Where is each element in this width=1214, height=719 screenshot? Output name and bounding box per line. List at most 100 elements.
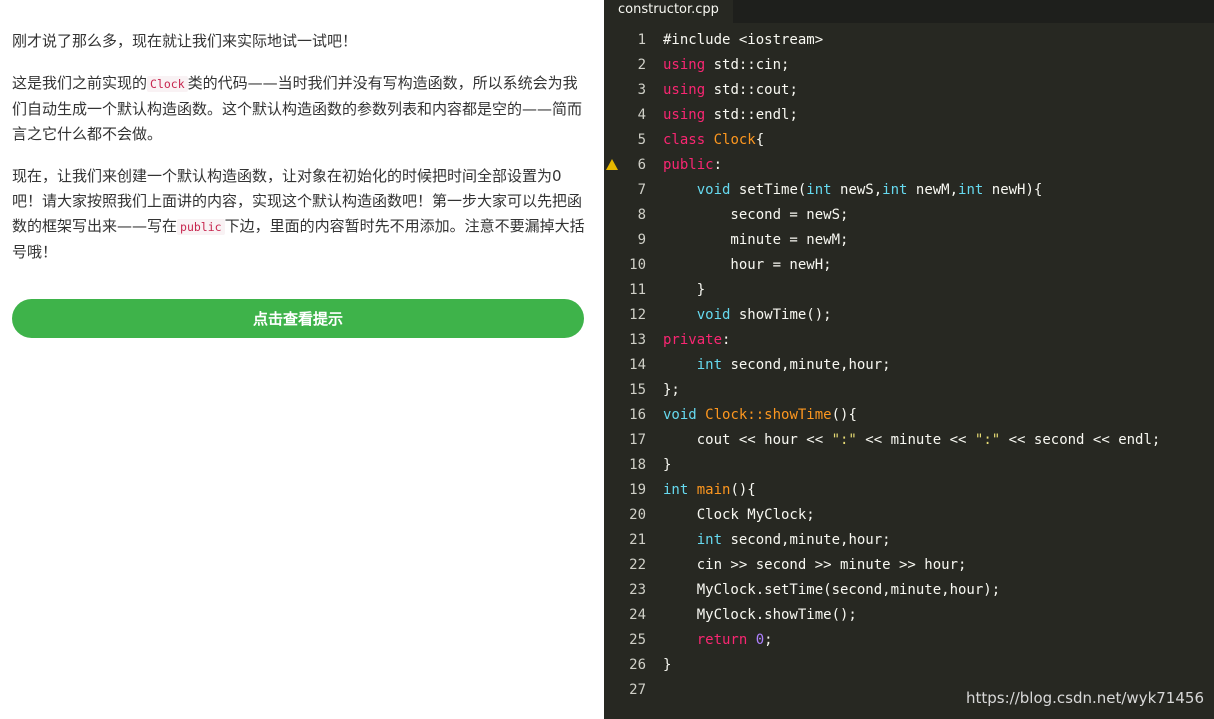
line-number: 6 bbox=[637, 157, 646, 173]
line-number: 5 bbox=[637, 132, 646, 148]
code-line[interactable]: 19 int main(){ bbox=[604, 478, 1214, 503]
code-line[interactable]: 9 minute = newM; bbox=[604, 228, 1214, 253]
line-content: cin >> second >> minute >> hour; bbox=[663, 553, 967, 578]
inline-code-public: public bbox=[177, 219, 225, 235]
code-token: std::cout; bbox=[705, 82, 798, 98]
inline-code-clock: Clock bbox=[147, 76, 188, 92]
code-line[interactable]: 4 using std::endl; bbox=[604, 103, 1214, 128]
code-token: 0 bbox=[755, 632, 765, 648]
code-token: cout << hour << bbox=[663, 432, 832, 448]
line-content: #include <iostream> bbox=[663, 28, 823, 53]
code-token: minute = newM; bbox=[663, 232, 849, 248]
code-token: ; bbox=[764, 632, 773, 648]
line-content: } bbox=[663, 653, 671, 678]
code-line[interactable]: 21 int second,minute,hour; bbox=[604, 528, 1214, 553]
code-token: int bbox=[663, 482, 689, 498]
line-number: 17 bbox=[629, 432, 646, 448]
line-content: Clock MyClock; bbox=[663, 503, 815, 528]
code-token: MyClock.setTime(second,minute,hour); bbox=[663, 582, 1001, 598]
code-token: std::endl; bbox=[705, 107, 798, 123]
paragraph-text: 这是我们之前实现的 bbox=[12, 74, 148, 92]
code-line[interactable]: 1 #include <iostream> bbox=[604, 28, 1214, 53]
lesson-panel: 刚才说了那么多，现在就让我们来实际地试一试吧！ 这是我们之前实现的 Clock 类的… bbox=[0, 0, 604, 719]
code-line[interactable]: 8 second = newS; bbox=[604, 203, 1214, 228]
code-line[interactable]: 10 hour = newH; bbox=[604, 253, 1214, 278]
code-token: } bbox=[663, 457, 672, 473]
code-token: void bbox=[663, 407, 697, 423]
code-token: int bbox=[696, 532, 723, 548]
code-token: setTime( bbox=[730, 182, 807, 198]
code-token: (){ bbox=[831, 407, 857, 423]
code-line[interactable]: 13 private: bbox=[604, 328, 1214, 353]
code-line[interactable]: 6 public: bbox=[604, 153, 1214, 178]
line-number: 4 bbox=[637, 107, 646, 123]
code-token: second,minute,hour; bbox=[722, 357, 891, 373]
line-number: 16 bbox=[629, 407, 646, 423]
watermark: https://blog.csdn.net/wyk71456 bbox=[965, 689, 1204, 707]
line-content: class Clock{ bbox=[663, 128, 764, 153]
code-token: using bbox=[663, 107, 706, 123]
code-token: ":" bbox=[831, 432, 857, 448]
code-line[interactable]: 23 MyClock.setTime(second,minute,hour); bbox=[604, 578, 1214, 603]
line-number: 25 bbox=[629, 632, 646, 648]
line-number: 19 bbox=[629, 482, 646, 498]
code-line[interactable]: 11 } bbox=[604, 278, 1214, 303]
code-line[interactable]: 15}; bbox=[604, 378, 1214, 403]
line-number: 11 bbox=[629, 282, 646, 298]
line-number: 18 bbox=[629, 457, 646, 473]
line-number: 20 bbox=[629, 507, 646, 523]
line-content: cout << hour << ":" << minute << ":" << … bbox=[663, 428, 1161, 453]
line-content: MyClock.setTime(second,minute,hour); bbox=[663, 578, 1000, 603]
code-line[interactable]: 2 using std::cin; bbox=[604, 53, 1214, 78]
show-hint-button[interactable]: 点击查看提示 bbox=[12, 299, 584, 338]
code-token: class bbox=[663, 132, 706, 148]
code-token: } bbox=[663, 657, 672, 673]
code-line[interactable]: 12 void showTime(); bbox=[604, 303, 1214, 328]
code-line[interactable]: 14 int second,minute,hour; bbox=[604, 353, 1214, 378]
line-number: 27 bbox=[629, 682, 646, 698]
code-line[interactable]: 26} bbox=[604, 653, 1214, 678]
code-token: Clock bbox=[713, 132, 756, 148]
code-token: } bbox=[663, 282, 706, 298]
line-content: private: bbox=[663, 328, 730, 353]
line-content: int main(){ bbox=[663, 478, 756, 503]
code-line[interactable]: 5 class Clock{ bbox=[604, 128, 1214, 153]
code-token: newM, bbox=[907, 182, 959, 198]
lesson-intro: 刚才说了那么多，现在就让我们来实际地试一试吧！ bbox=[12, 32, 358, 50]
tab-constructor-cpp[interactable]: constructor.cpp bbox=[604, 0, 733, 23]
code-token: MyClock.showTime(); bbox=[663, 607, 857, 623]
code-line[interactable]: 24 MyClock.showTime(); bbox=[604, 603, 1214, 628]
code-token: void bbox=[696, 182, 731, 198]
code-line[interactable]: 20 Clock MyClock; bbox=[604, 503, 1214, 528]
line-number: 22 bbox=[629, 557, 646, 573]
lesson-paragraph-3: 现在，让我们来创建一个默认构造函数，让对象在初始化的时候把时间全部设置为0吧！请… bbox=[12, 164, 587, 265]
code-token: Clock::showTime bbox=[705, 407, 832, 423]
code-line[interactable]: 7 void setTime(int newS,int newM,int new… bbox=[604, 178, 1214, 203]
line-number: 15 bbox=[629, 382, 646, 398]
line-number: 21 bbox=[629, 532, 646, 548]
code-line[interactable]: 25 return 0; bbox=[604, 628, 1214, 653]
line-content: return 0; bbox=[663, 628, 773, 653]
code-line[interactable]: 16 void Clock::showTime(){ bbox=[604, 403, 1214, 428]
code-token: newS, bbox=[831, 182, 883, 198]
line-number: 2 bbox=[637, 57, 646, 73]
code-editor[interactable]: constructor.cpp 1 #include <iostream> 2 usi… bbox=[604, 0, 1214, 719]
line-number: 8 bbox=[637, 207, 646, 223]
line-content: void setTime(int newS,int newM,int newH)… bbox=[663, 178, 1043, 203]
code-line[interactable]: 17 cout << hour << ":" << minute << ":" … bbox=[604, 428, 1214, 453]
code-line[interactable]: 3 using std::cout; bbox=[604, 78, 1214, 103]
code-area[interactable]: 1 #include <iostream> 2 using std::cin; 3 usi… bbox=[604, 28, 1214, 703]
code-line[interactable]: 22 cin >> second >> minute >> hour; bbox=[604, 553, 1214, 578]
line-content: } bbox=[663, 278, 705, 303]
code-token: << minute << bbox=[856, 432, 975, 448]
code-token: int bbox=[882, 182, 908, 198]
code-token: newH){ bbox=[983, 182, 1043, 198]
line-number: 10 bbox=[629, 257, 646, 273]
line-number: 14 bbox=[629, 357, 646, 373]
code-line[interactable]: 18} bbox=[604, 453, 1214, 478]
code-token: cin >> second >> minute >> hour; bbox=[663, 557, 967, 573]
